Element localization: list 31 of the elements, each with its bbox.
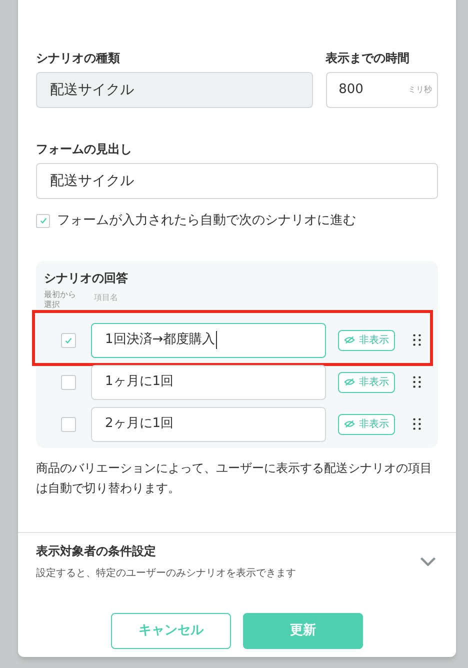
accordion-title: 表示対象者の条件設定 (36, 542, 157, 560)
check-icon (38, 216, 48, 226)
checkbox[interactable] (61, 332, 76, 348)
help-text: 商品のバリエーションによって、ユーザーに表示する配送シナリオの項目は自動で切り替わります。 (36, 460, 433, 496)
input-field[interactable]: 配送サイクル (36, 163, 438, 199)
column-header: 項目名 (94, 292, 118, 304)
field-label: フォームの見出し (36, 141, 133, 157)
field-value: 800 (338, 81, 364, 100)
check-icon (64, 336, 73, 344)
chevron-icon[interactable] (420, 556, 436, 566)
input-field[interactable]: 800 ミリ秒 (326, 72, 438, 108)
checkbox[interactable] (36, 214, 50, 228)
input-field[interactable]: 2ヶ月に1回 (91, 406, 326, 442)
eye-slash-icon (344, 378, 355, 386)
section-title: シナリオの回答 (44, 270, 129, 286)
drag-handle-icon[interactable] (413, 334, 421, 346)
checkbox-label: フォームが入力されたら自動で次のシナリオに進む (57, 212, 356, 230)
unit-label: ミリ秒 (408, 84, 432, 96)
field-label: シナリオの種類 (36, 50, 121, 66)
field-label: 表示までの時間 (326, 50, 411, 66)
checkbox[interactable] (61, 416, 76, 432)
input-field[interactable]: 1ヶ月に1回 (91, 364, 326, 400)
checkbox[interactable] (61, 374, 76, 390)
column-header: 最初から選択 (44, 290, 77, 310)
eye-slash-icon (344, 420, 355, 428)
accordion-description: 設定すると、特定のユーザーのみシナリオを表示できます (36, 566, 296, 580)
input-field[interactable]: 1回決済→都度購入 (91, 322, 326, 358)
eye-slash-icon (344, 336, 355, 344)
drag-handle-icon[interactable] (413, 376, 421, 388)
accordion-header[interactable]: 表示対象者の条件設定 設定すると、特定のユーザーのみシナリオを表示できます (18, 532, 456, 598)
drag-handle-icon[interactable] (413, 418, 421, 430)
